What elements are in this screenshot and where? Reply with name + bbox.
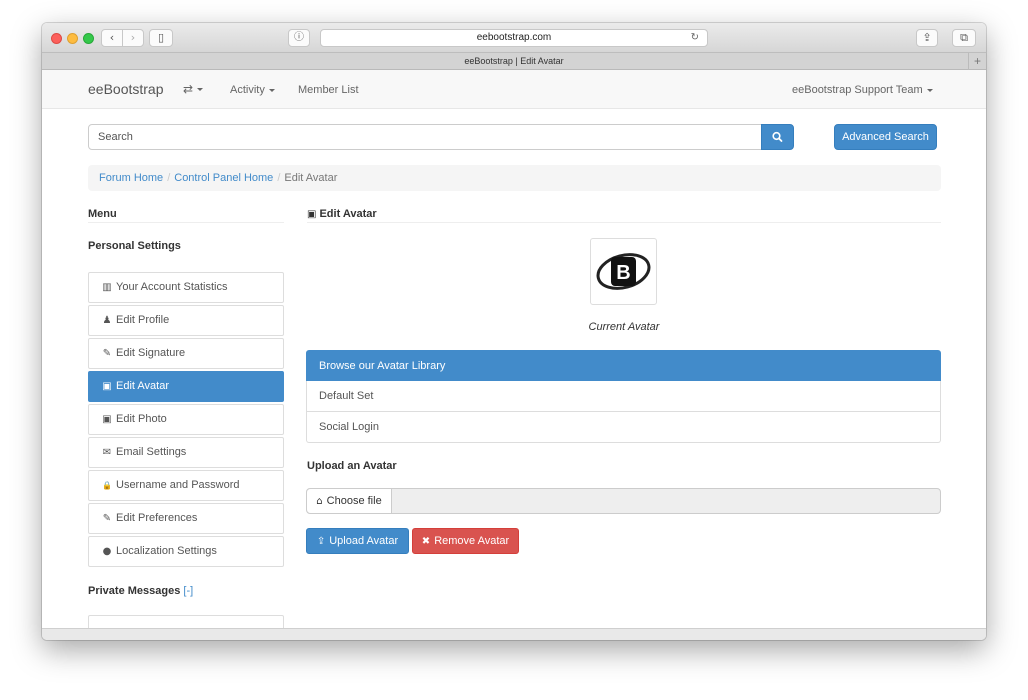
advanced-search-button[interactable]: Advanced Search — [834, 124, 937, 150]
avatar-letter: B — [616, 262, 630, 284]
caret-down-icon — [268, 88, 275, 92]
remove-avatar-label: Remove Avatar — [434, 535, 510, 547]
sidebar-item-username-password[interactable]: 🔒 Username and Password — [88, 470, 284, 501]
user-menu-dropdown[interactable]: eeBootstrap Support Team — [792, 84, 933, 96]
sidebar-item-label: Edit Profile — [116, 314, 170, 326]
private-messages-label: Private Messages — [88, 585, 181, 597]
tab-strip: eeBootstrap | Edit Avatar + — [42, 53, 986, 70]
caret-down-icon — [197, 88, 204, 91]
lock-icon: 🔒 — [102, 481, 112, 490]
maximize-window-button[interactable] — [83, 33, 94, 44]
default-set-item[interactable]: Default Set — [306, 381, 941, 412]
sidebar-item-label: Edit Preferences — [116, 512, 198, 524]
private-messages-heading: Private Messages [-] — [88, 585, 193, 597]
tab-overview-icon[interactable]: ⧉ — [952, 29, 976, 47]
breadcrumb-current: Edit Avatar — [284, 172, 338, 184]
share-icon[interactable]: ⇪ — [916, 29, 938, 47]
back-icon[interactable]: ‹ — [101, 29, 123, 47]
edit-avatar-title: Edit Avatar — [319, 208, 377, 220]
avatar-logo: B — [596, 253, 651, 290]
forward-icon[interactable]: › — [122, 29, 144, 47]
sidebar-item-label: Your Account Statistics — [116, 281, 228, 293]
file-input[interactable]: ⌂ Choose file — [306, 488, 941, 514]
upload-icon: ⇪ — [316, 536, 326, 547]
remove-avatar-button[interactable]: ✖ Remove Avatar — [412, 528, 519, 554]
tab-title[interactable]: eeBootstrap | Edit Avatar — [464, 56, 563, 66]
current-avatar-image: B — [590, 238, 657, 305]
picture-icon: ▣ — [307, 209, 317, 220]
switch-dropdown[interactable]: ⇄ — [183, 82, 204, 96]
sidebar-item-label: Edit Signature — [116, 347, 186, 359]
edit-avatar-heading: ▣ Edit Avatar — [307, 208, 377, 220]
address-bar[interactable]: eebootstrap.com ↻ — [320, 29, 708, 47]
private-messages-toggle[interactable]: [-] — [183, 585, 193, 597]
sidebar-item-edit-photo[interactable]: ▣ Edit Photo — [88, 404, 284, 435]
avatar-source-list: Browse our Avatar Library Default Set So… — [306, 350, 941, 443]
activity-dropdown[interactable]: Activity — [230, 84, 275, 96]
main-divider — [307, 222, 941, 223]
sidebar-item-label: Edit Avatar — [116, 380, 169, 392]
brand-link[interactable]: eeBootstrap — [88, 81, 164, 97]
sidebar-item-account-statistics[interactable]: ▥ Your Account Statistics — [88, 272, 284, 303]
sidebar-item-localization-settings[interactable]: ● Localization Settings — [88, 536, 284, 567]
search-button[interactable] — [761, 124, 794, 150]
breadcrumb-separator: / — [167, 172, 171, 184]
sidebar-item-edit-preferences[interactable]: ✎ Edit Preferences — [88, 503, 284, 534]
sidebar-item-edit-profile[interactable]: ♟ Edit Profile — [88, 305, 284, 336]
upload-avatar-label: Upload Avatar — [329, 535, 399, 547]
picture-icon: ▣ — [102, 381, 112, 392]
search-icon — [772, 131, 783, 142]
envelope-icon: ✉ — [102, 447, 112, 458]
site-navbar: eeBootstrap ⇄ Activity Member List eeBoo… — [42, 70, 986, 109]
pencil-icon: ✎ — [102, 348, 112, 359]
sidebar-item-edit-avatar[interactable]: ▣ Edit Avatar — [88, 371, 284, 402]
choose-file-button[interactable]: ⌂ Choose file — [307, 489, 392, 513]
window-bottom-edge — [42, 628, 986, 640]
stats-icon: ▥ — [102, 282, 112, 293]
sidebar-item-label: Username and Password — [116, 479, 240, 491]
sidebar-item-label: Email Settings — [116, 446, 187, 458]
breadcrumb-forum-home[interactable]: Forum Home — [99, 172, 163, 184]
menu-heading: Menu — [88, 208, 117, 220]
member-list-link[interactable]: Member List — [298, 84, 359, 96]
upload-avatar-button[interactable]: ⇪ Upload Avatar — [306, 528, 409, 554]
user-menu-label: eeBootstrap Support Team — [792, 84, 923, 96]
sidebar-item-label: Localization Settings — [116, 545, 217, 557]
close-window-button[interactable] — [51, 33, 62, 44]
inbox-icon: ⌂ — [316, 496, 323, 507]
minimize-window-button[interactable] — [67, 33, 78, 44]
remove-icon: ✖ — [421, 536, 431, 547]
menu-divider — [88, 222, 284, 223]
sidebar-item-label: Edit Photo — [116, 413, 167, 425]
search-input[interactable]: Search — [88, 124, 762, 150]
choose-file-label: Choose file — [326, 495, 382, 507]
current-avatar-caption: Current Avatar — [588, 321, 660, 333]
sidebar-item-email-settings[interactable]: ✉ Email Settings — [88, 437, 284, 468]
upload-avatar-heading: Upload an Avatar — [307, 460, 397, 472]
browse-avatar-library-item[interactable]: Browse our Avatar Library — [306, 350, 941, 381]
browser-toolbar: ‹ › ▯ ⓘ eebootstrap.com ↻ ⇪ ⧉ — [42, 23, 986, 53]
sidebar-item-edit-signature[interactable]: ✎ Edit Signature — [88, 338, 284, 369]
caret-down-icon — [926, 88, 933, 92]
pencil-icon: ✎ — [102, 513, 112, 524]
breadcrumb: Forum Home / Control Panel Home / Edit Avata… — [88, 165, 941, 191]
reload-icon[interactable]: ↻ — [691, 30, 699, 46]
breadcrumb-separator: / — [277, 172, 281, 184]
activity-label: Activity — [230, 84, 265, 96]
globe-icon: ● — [102, 546, 112, 557]
social-login-item[interactable]: Social Login — [306, 412, 941, 443]
sidebar-toggle-icon[interactable]: ▯ — [149, 29, 173, 47]
picture-icon: ▣ — [102, 414, 112, 425]
site-info-icon[interactable]: ⓘ — [288, 29, 310, 47]
personal-settings-heading: Personal Settings — [88, 240, 181, 252]
swap-icon: ⇄ — [183, 82, 194, 96]
address-bar-url: eebootstrap.com — [476, 32, 552, 43]
user-icon: ♟ — [102, 315, 112, 326]
browser-window: ‹ › ▯ ⓘ eebootstrap.com ↻ ⇪ ⧉ eeBootstra… — [42, 23, 986, 640]
new-tab-icon[interactable]: + — [968, 53, 986, 70]
breadcrumb-control-panel-home[interactable]: Control Panel Home — [174, 172, 273, 184]
